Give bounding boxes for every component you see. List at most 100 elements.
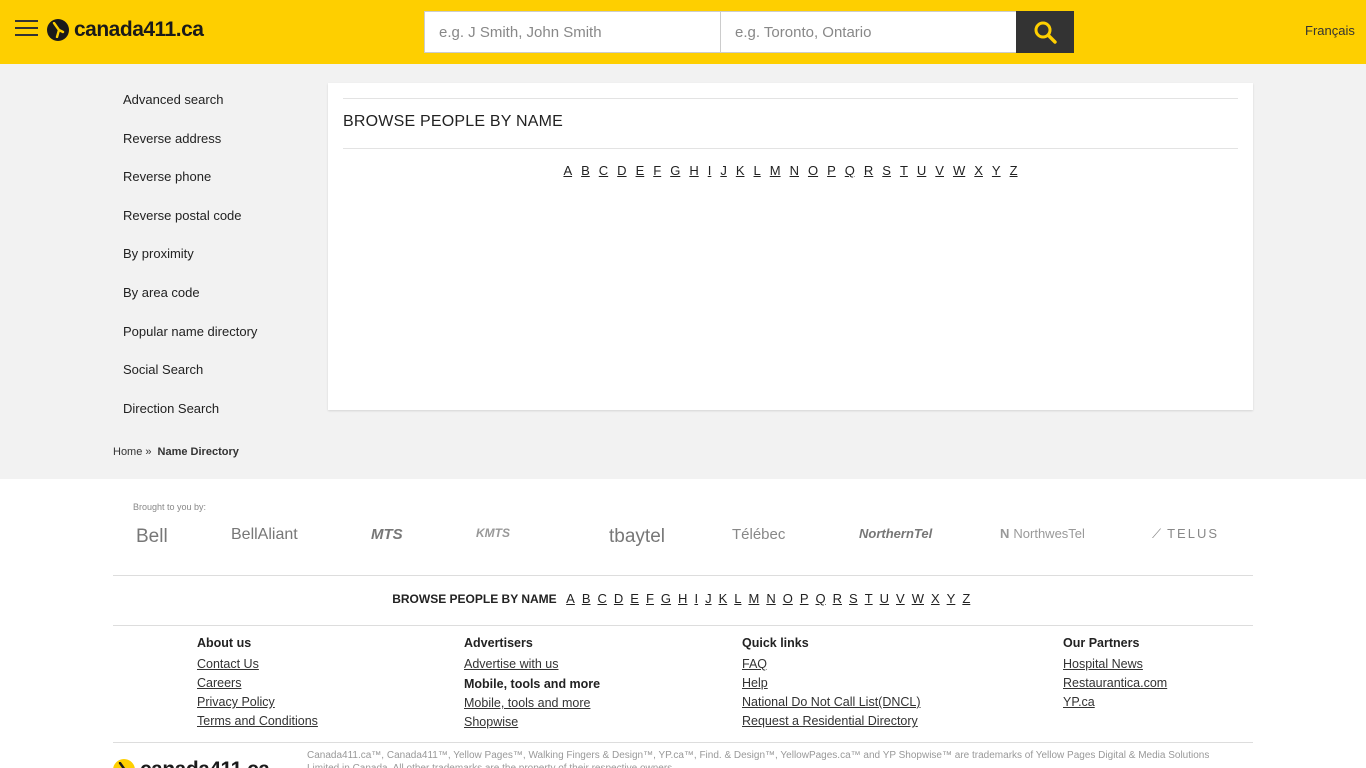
browse-letter-c[interactable]: C: [599, 163, 608, 178]
browse-letter-a[interactable]: A: [563, 163, 572, 178]
language-toggle-link[interactable]: Français: [1305, 23, 1355, 38]
browse-letter-n[interactable]: N: [790, 163, 799, 178]
partner-logo-mts[interactable]: MTS: [371, 526, 403, 543]
browse-letter-g[interactable]: G: [670, 163, 680, 178]
footer-browse-letter-e[interactable]: E: [630, 591, 639, 606]
partner-logo-bell[interactable]: Bell: [136, 526, 168, 548]
sidebar-item-reverse-postal-code[interactable]: Reverse postal code: [123, 206, 313, 245]
footer-browse-letter-f[interactable]: F: [646, 591, 654, 606]
browse-letter-j[interactable]: J: [720, 163, 727, 178]
browse-letter-z[interactable]: Z: [1010, 163, 1018, 178]
browse-letter-t[interactable]: T: [900, 163, 908, 178]
browse-letter-x[interactable]: X: [974, 163, 983, 178]
walking-fingers-icon: [47, 19, 69, 41]
footer-link-careers[interactable]: Careers: [197, 674, 318, 693]
sidebar-item-by-area-code[interactable]: By area code: [123, 283, 313, 322]
divider: [343, 98, 1238, 99]
footer-link-advertise[interactable]: Advertise with us: [464, 655, 600, 674]
footer-browse-letter-r[interactable]: R: [833, 591, 842, 606]
breadcrumb-home-link[interactable]: Home »: [113, 446, 152, 458]
footer-browse-letter-v[interactable]: V: [896, 591, 905, 606]
footer-link-restaurantica[interactable]: Restaurantica.com: [1063, 674, 1167, 693]
footer-link-faq[interactable]: FAQ: [742, 655, 921, 674]
footer-link-request-directory[interactable]: Request a Residential Directory: [742, 712, 921, 731]
footer-link-dncl[interactable]: National Do Not Call List(DNCL): [742, 693, 921, 712]
browse-letter-d[interactable]: D: [617, 163, 626, 178]
browse-letter-e[interactable]: E: [636, 163, 645, 178]
divider: [113, 625, 1253, 626]
footer-browse-letter-l[interactable]: L: [734, 591, 741, 606]
footer-link-help[interactable]: Help: [742, 674, 921, 693]
footer-link-contact-us[interactable]: Contact Us: [197, 655, 318, 674]
divider: [343, 148, 1238, 149]
sidebar-item-popular-name-directory[interactable]: Popular name directory: [123, 322, 313, 361]
footer-browse-letter-i[interactable]: I: [694, 591, 698, 606]
sidebar-item-social-search[interactable]: Social Search: [123, 360, 313, 399]
logo[interactable]: canada411.ca: [47, 17, 204, 43]
footer-browse-letter-y[interactable]: Y: [947, 591, 956, 606]
partner-logo-northwestel[interactable]: N NorthwesTel: [1000, 526, 1085, 541]
browse-letter-f[interactable]: F: [653, 163, 661, 178]
search-where-input[interactable]: [720, 11, 1017, 53]
footer-link-mobile-tools[interactable]: Mobile, tools and more: [464, 694, 600, 713]
search-icon: [1034, 21, 1057, 44]
partner-logo-kmts[interactable]: KMTS: [476, 526, 510, 540]
sidebar-item-reverse-phone[interactable]: Reverse phone: [123, 167, 313, 206]
footer-browse-letter-b[interactable]: B: [582, 591, 591, 606]
hamburger-menu-icon[interactable]: [15, 20, 38, 38]
footer-browse-letter-m[interactable]: M: [748, 591, 759, 606]
browse-letter-u[interactable]: U: [917, 163, 926, 178]
partner-logo-northerntel[interactable]: NorthernTel: [859, 526, 932, 541]
footer-browse-letter-s[interactable]: S: [849, 591, 858, 606]
footer-browse-letter-h[interactable]: H: [678, 591, 687, 606]
footer-logo[interactable]: canada411.ca: [113, 758, 270, 768]
footer-link-ypca[interactable]: YP.ca: [1063, 693, 1167, 712]
sidebar-item-advanced-search[interactable]: Advanced search: [123, 90, 313, 129]
footer-browse-letter-t[interactable]: T: [865, 591, 873, 606]
partner-logo-telus[interactable]: ⟋ TELUS: [1152, 526, 1219, 542]
browse-letter-b[interactable]: B: [581, 163, 590, 178]
browse-letter-v[interactable]: V: [935, 163, 944, 178]
browse-letter-r[interactable]: R: [864, 163, 873, 178]
footer-heading-about: About us: [197, 636, 252, 650]
browse-letter-y[interactable]: Y: [992, 163, 1001, 178]
browse-letter-i[interactable]: I: [708, 163, 712, 178]
browse-letter-m[interactable]: M: [770, 163, 781, 178]
footer-browse-letter-x[interactable]: X: [931, 591, 940, 606]
search-what-input[interactable]: [424, 11, 721, 53]
browse-letter-o[interactable]: O: [808, 163, 818, 178]
partner-logo-tbaytel[interactable]: tbaytel: [609, 526, 665, 548]
footer-browse-letter-c[interactable]: C: [598, 591, 607, 606]
footer-link-shopwise[interactable]: Shopwise: [464, 713, 600, 732]
divider: [113, 742, 1253, 743]
browse-letter-h[interactable]: H: [689, 163, 698, 178]
footer-link-privacy-policy[interactable]: Privacy Policy: [197, 693, 318, 712]
browse-letter-k[interactable]: K: [736, 163, 745, 178]
footer-browse-letter-o[interactable]: O: [783, 591, 793, 606]
browse-letter-q[interactable]: Q: [845, 163, 855, 178]
footer-browse-letter-j[interactable]: J: [705, 591, 712, 606]
search-button[interactable]: [1016, 11, 1074, 53]
browse-letter-p[interactable]: P: [827, 163, 836, 178]
browse-letter-l[interactable]: L: [754, 163, 761, 178]
footer-browse-letter-z[interactable]: Z: [962, 591, 970, 606]
footer-link-hospital-news[interactable]: Hospital News: [1063, 655, 1167, 674]
footer-browse-letter-p[interactable]: P: [800, 591, 809, 606]
sidebar-item-direction-search[interactable]: Direction Search: [123, 399, 313, 438]
footer-browse-letter-u[interactable]: U: [880, 591, 889, 606]
footer-browse-letter-q[interactable]: Q: [816, 591, 826, 606]
footer-browse-letter-w[interactable]: W: [912, 591, 924, 606]
footer-browse-letter-g[interactable]: G: [661, 591, 671, 606]
footer-browse-letter-a[interactable]: A: [566, 591, 575, 606]
partner-logo-telebec[interactable]: Télébec: [732, 526, 785, 543]
browse-letter-w[interactable]: W: [953, 163, 965, 178]
footer-browse-letter-n[interactable]: N: [766, 591, 775, 606]
footer-browse-label: BROWSE PEOPLE BY NAME: [392, 592, 557, 606]
browse-letter-s[interactable]: S: [882, 163, 891, 178]
footer-link-terms[interactable]: Terms and Conditions: [197, 712, 318, 731]
footer-browse-letter-k[interactable]: K: [719, 591, 728, 606]
footer-browse-letter-d[interactable]: D: [614, 591, 623, 606]
sidebar-item-by-proximity[interactable]: By proximity: [123, 244, 313, 283]
partner-logo-bellaliant[interactable]: BellAliant: [231, 526, 298, 544]
sidebar-item-reverse-address[interactable]: Reverse address: [123, 129, 313, 168]
